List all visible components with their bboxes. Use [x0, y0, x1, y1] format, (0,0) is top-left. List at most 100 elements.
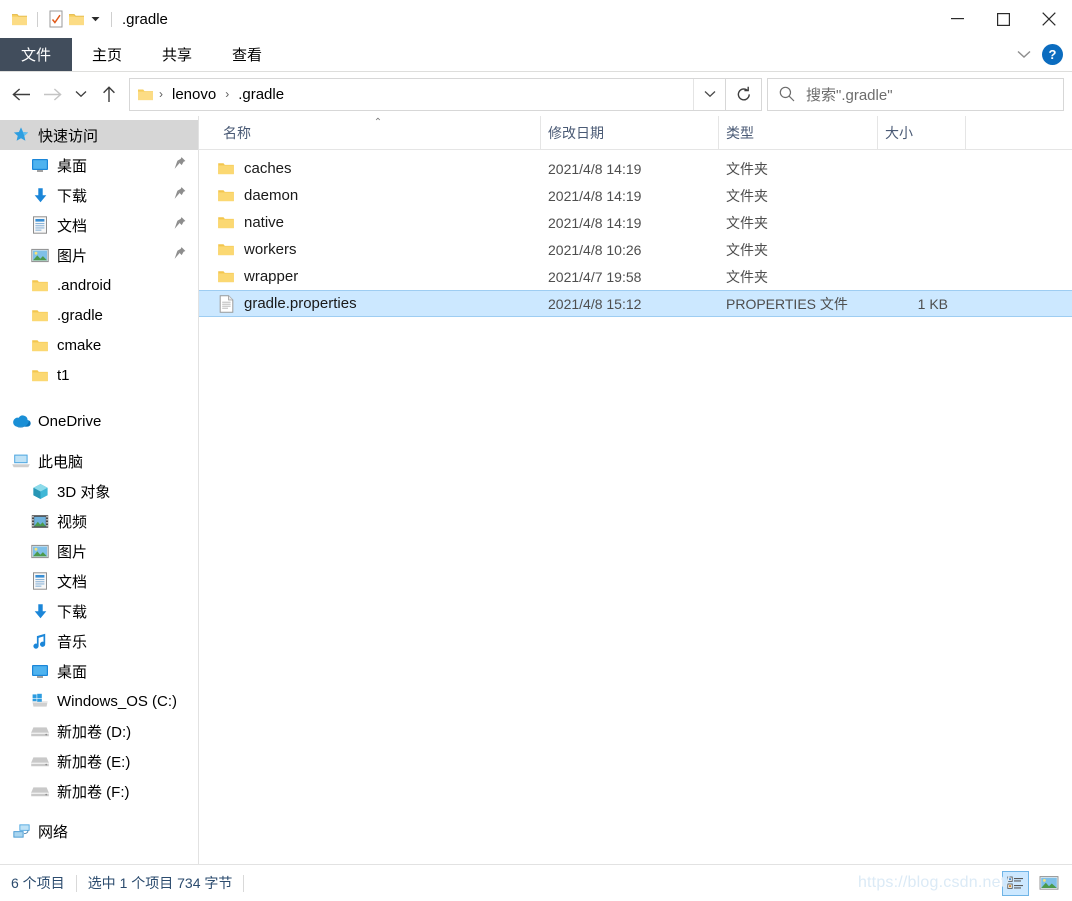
- maximize-button[interactable]: [980, 0, 1026, 38]
- file-type: 文件夹: [726, 241, 768, 258]
- forward-button[interactable]: [37, 79, 68, 110]
- sidebar-item-desktop-qa[interactable]: 桌面: [0, 150, 198, 180]
- table-row[interactable]: wrapper 2021/4/7 19:58 文件夹: [199, 263, 1072, 290]
- table-row[interactable]: daemon 2021/4/8 14:19 文件夹: [199, 182, 1072, 209]
- chevron-down-icon[interactable]: [1017, 46, 1031, 63]
- sidebar-item-label: cmake: [57, 336, 102, 354]
- sidebar-item-documents[interactable]: 文档: [0, 566, 198, 596]
- sort-ascending-icon: ⌃: [373, 117, 383, 128]
- file-icon: [216, 294, 236, 314]
- recent-locations-icon[interactable]: [68, 79, 93, 110]
- table-row[interactable]: gradle.properties 2021/4/8 15:12 PROPERT…: [199, 290, 1072, 317]
- sidebar-item-downloads-qa[interactable]: 下载: [0, 180, 198, 210]
- sidebar-item-music[interactable]: 音乐: [0, 626, 198, 656]
- window-title: .gradle: [122, 10, 168, 28]
- sidebar-item-pictures[interactable]: 图片: [0, 536, 198, 566]
- sidebar-item-videos[interactable]: 视频: [0, 506, 198, 536]
- breadcrumb-separator-1[interactable]: ›: [222, 87, 232, 101]
- file-list-pane: ⌃ 名称 修改日期 类型 大小 caches 2021/4/8 14:19 文件…: [199, 116, 1072, 864]
- column-headers: ⌃ 名称 修改日期 类型 大小: [199, 116, 1072, 150]
- tab-share[interactable]: 共享: [142, 38, 212, 71]
- tab-home[interactable]: 主页: [72, 38, 142, 71]
- column-header-name[interactable]: ⌃ 名称: [216, 116, 541, 149]
- column-header-type[interactable]: 类型: [719, 116, 878, 149]
- sidebar-item-android[interactable]: .android: [0, 270, 198, 300]
- file-date: 2021/4/7 19:58: [548, 268, 642, 285]
- folder-icon: [29, 304, 51, 326]
- sidebar-item-network[interactable]: 网络: [0, 816, 198, 846]
- explorer-window: .gradle 文件 主页 共享 查看 ? › lenovo › .gradle…: [0, 0, 1072, 901]
- folder-icon: [216, 213, 236, 233]
- details-view-button[interactable]: [1002, 870, 1029, 896]
- pin-icon[interactable]: [174, 247, 186, 264]
- table-row[interactable]: caches 2021/4/8 14:19 文件夹: [199, 155, 1072, 182]
- sidebar-item-label: 新加卷 (D:): [57, 723, 132, 741]
- file-date: 2021/4/8 10:26: [548, 241, 642, 258]
- sidebar-item-quick-access[interactable]: 快速访问: [0, 120, 198, 150]
- minimize-button[interactable]: [934, 0, 980, 38]
- address-bar[interactable]: › lenovo › .gradle: [129, 77, 726, 111]
- column-header-label: 大小: [885, 124, 913, 141]
- breadcrumb-item-gradle[interactable]: .gradle: [234, 85, 288, 104]
- pin-icon[interactable]: [174, 157, 186, 174]
- sidebar-item-pictures-qa[interactable]: 图片: [0, 240, 198, 270]
- breadcrumb-item-lenovo[interactable]: lenovo: [168, 85, 220, 104]
- breadcrumb-separator-0[interactable]: ›: [156, 87, 166, 101]
- folder-icon: [29, 274, 51, 296]
- pin-icon[interactable]: [174, 187, 186, 204]
- sidebar-item-label: 音乐: [57, 633, 88, 651]
- documents-icon: [29, 570, 51, 592]
- address-dropdown-icon[interactable]: [693, 78, 725, 110]
- sidebar-item-t1[interactable]: t1: [0, 360, 198, 390]
- column-header-size[interactable]: 大小: [878, 116, 966, 149]
- properties-icon[interactable]: [45, 9, 66, 30]
- new-folder-icon[interactable]: [66, 9, 87, 30]
- sidebar-item-3d-objects[interactable]: 3D 对象: [0, 476, 198, 506]
- sidebar-item-windows-os-c[interactable]: Windows_OS (C:): [0, 686, 198, 716]
- watermark-text: https://blog.csdn.net/: [857, 874, 1010, 891]
- sidebar-item-volume-f[interactable]: 新加卷 (F:): [0, 776, 198, 806]
- item-count-label: 6 个项目: [11, 875, 65, 891]
- folder-icon: [216, 186, 236, 206]
- sidebar-item-this-pc[interactable]: 此电脑: [0, 446, 198, 476]
- table-row[interactable]: workers 2021/4/8 10:26 文件夹: [199, 236, 1072, 263]
- table-row[interactable]: native 2021/4/8 14:19 文件夹: [199, 209, 1072, 236]
- sidebar-item-gradle[interactable]: .gradle: [0, 300, 198, 330]
- file-type: PROPERTIES 文件: [726, 295, 848, 312]
- music-icon: [29, 630, 51, 652]
- search-box[interactable]: 搜索".gradle": [767, 77, 1064, 111]
- help-icon[interactable]: ?: [1042, 44, 1063, 65]
- sidebar-item-volume-e[interactable]: 新加卷 (E:): [0, 746, 198, 776]
- folder-icon[interactable]: [9, 9, 30, 30]
- pin-icon[interactable]: [174, 217, 186, 234]
- sidebar-item-onedrive[interactable]: OneDrive: [0, 406, 198, 436]
- file-name: caches: [244, 160, 292, 177]
- back-button[interactable]: [6, 79, 37, 110]
- large-icons-view-button[interactable]: [1035, 871, 1062, 896]
- sidebar-item-desktop[interactable]: 桌面: [0, 656, 198, 686]
- chevron-down-icon[interactable]: [87, 9, 104, 30]
- sidebar-item-label: 新加卷 (E:): [57, 753, 131, 771]
- sidebar-item-documents-qa[interactable]: 文档: [0, 210, 198, 240]
- sidebar-item-downloads[interactable]: 下载: [0, 596, 198, 626]
- refresh-button[interactable]: [726, 77, 762, 111]
- tab-file[interactable]: 文件: [0, 38, 72, 71]
- column-header-label: 修改日期: [548, 124, 604, 141]
- sidebar-item-label: .android: [57, 276, 112, 294]
- up-button[interactable]: [93, 79, 124, 110]
- breadcrumb: › lenovo › .gradle: [130, 85, 693, 104]
- sidebar-item-label: 文档: [57, 217, 88, 235]
- quick-access-toolbar: .gradle: [0, 0, 168, 38]
- file-type: 文件夹: [726, 268, 768, 285]
- folder-icon: [29, 364, 51, 386]
- 3d-objects-icon: [29, 480, 51, 502]
- folder-icon: [29, 334, 51, 356]
- sidebar-item-volume-d[interactable]: 新加卷 (D:): [0, 716, 198, 746]
- column-header-date[interactable]: 修改日期: [541, 116, 719, 149]
- sidebar-item-cmake[interactable]: cmake: [0, 330, 198, 360]
- navigation-pane: 快速访问 桌面 下载 文档 图片 .android .gradle cmake …: [0, 116, 199, 864]
- tab-view[interactable]: 查看: [212, 38, 282, 71]
- file-name: native: [244, 214, 285, 231]
- close-button[interactable]: [1026, 0, 1072, 38]
- search-input[interactable]: 搜索".gradle": [806, 84, 893, 105]
